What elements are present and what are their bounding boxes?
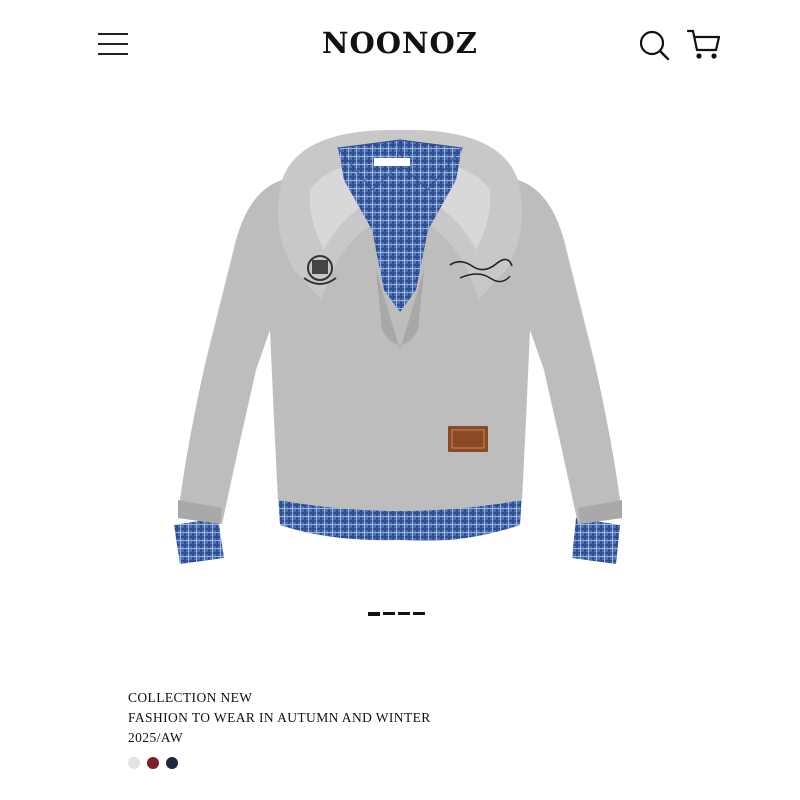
collection-subtitle: FASHION TO WEAR IN AUTUMN AND WINTER [128, 710, 431, 725]
menu-icon-bar [98, 43, 128, 45]
carousel-dot[interactable] [368, 612, 380, 616]
carousel-indicator [368, 612, 428, 618]
search-button[interactable] [637, 28, 671, 62]
carousel-dot[interactable] [398, 612, 410, 615]
brand-logo[interactable]: NOONOZ [300, 26, 500, 60]
shopping-cart-icon [686, 29, 721, 59]
collection-season: 2025/AW [128, 730, 183, 745]
search-icon [639, 30, 670, 61]
color-swatch-light-gray[interactable] [128, 757, 140, 769]
collection-info: COLLECTION NEW FASHION TO WEAR IN AUTUMN… [128, 688, 431, 748]
collection-title: COLLECTION NEW [128, 690, 253, 705]
cart-button[interactable] [686, 28, 721, 62]
hoodie-illustration [174, 129, 622, 564]
carousel-dot[interactable] [383, 612, 395, 615]
menu-button[interactable] [98, 30, 130, 58]
product-image[interactable] [160, 120, 640, 580]
color-swatch-burgundy[interactable] [147, 757, 159, 769]
menu-icon-bar [98, 53, 128, 55]
menu-icon-bar [98, 33, 128, 35]
color-swatch-navy[interactable] [166, 757, 178, 769]
color-swatches [128, 756, 185, 774]
site-header: NOONOZ [0, 0, 800, 90]
carousel-dot[interactable] [413, 612, 425, 615]
